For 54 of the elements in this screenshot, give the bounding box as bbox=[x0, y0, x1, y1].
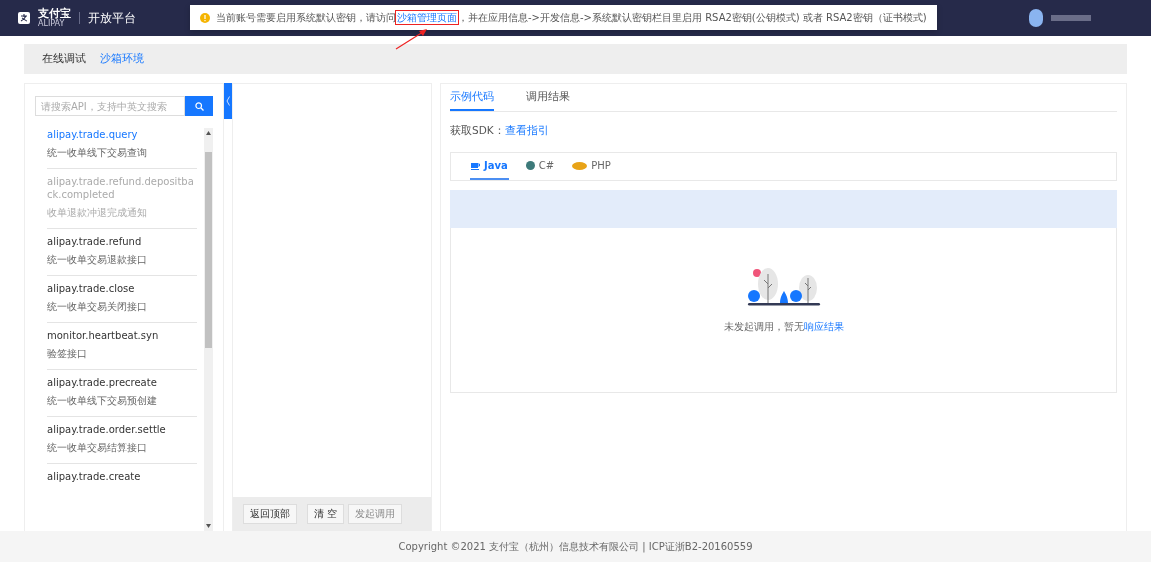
annotation-arrow bbox=[395, 28, 429, 50]
api-description: 统一收单交易结算接口 bbox=[47, 441, 148, 454]
api-list-item[interactable]: alipay.trade.close 统一收单交易关闭接口 bbox=[47, 275, 197, 322]
language-tab[interactable]: C# bbox=[524, 153, 556, 180]
api-list-item[interactable]: alipay.trade.create bbox=[47, 463, 197, 492]
scrollbar[interactable] bbox=[204, 128, 213, 531]
api-list-item[interactable]: alipay.trade.query 统一收单线下交易查询 bbox=[47, 128, 197, 168]
sandbox-link[interactable]: 沙箱管理页面 bbox=[396, 10, 458, 24]
sdk-guide-link[interactable]: 查看指引 bbox=[504, 124, 549, 138]
warning-icon bbox=[200, 12, 210, 23]
logo-icon bbox=[18, 12, 30, 24]
api-description: 统一收单交易关闭接口 bbox=[47, 300, 148, 313]
api-list-item[interactable]: monitor.heartbeat.syn 验签接口 bbox=[47, 322, 197, 369]
api-list-item[interactable]: alipay.trade.precreate 统一收单线下交易预创建 bbox=[47, 369, 197, 416]
api-name: alipay.trade.order.settle bbox=[47, 423, 167, 436]
language-tab[interactable]: PHP bbox=[571, 153, 612, 180]
api-list-item[interactable]: alipay.trade.refund 统一收单交易退款接口 bbox=[47, 228, 197, 275]
language-tab[interactable]: Java bbox=[470, 153, 509, 180]
api-description: 统一收单交易退款接口 bbox=[47, 253, 148, 266]
sdk-label: 获取SDK： bbox=[450, 124, 505, 138]
api-name: alipay.trade.close bbox=[47, 282, 136, 295]
redacted-username bbox=[1051, 15, 1091, 21]
search-button[interactable] bbox=[185, 96, 213, 116]
api-name: alipay.trade.precreate bbox=[47, 376, 158, 389]
api-name: alipay.trade.query bbox=[47, 128, 139, 141]
api-description: 统一收单线下交易预创建 bbox=[47, 394, 158, 407]
api-name: alipay.trade.refund.depositback.completed bbox=[47, 175, 195, 201]
search-icon bbox=[194, 101, 204, 111]
avatar[interactable] bbox=[1029, 9, 1043, 27]
action-button[interactable]: 返回顶部 bbox=[243, 504, 297, 524]
action-button[interactable]: 清 空 bbox=[307, 504, 345, 524]
copyright-text: Copyright ©2021 支付宝（杭州）信息技术有限公司 | ICP证浙B2-20160559 bbox=[398, 539, 753, 554]
chevron-left-icon bbox=[226, 96, 230, 106]
response-result-link[interactable]: 响应结果 bbox=[803, 321, 844, 332]
api-name: alipay.trade.refund bbox=[47, 235, 143, 248]
api-list-item[interactable]: alipay.trade.order.settle 统一收单交易结算接口 bbox=[47, 416, 197, 463]
scroll-up-icon[interactable] bbox=[206, 131, 211, 135]
breadcrumb-link[interactable]: 在线调试 bbox=[42, 52, 86, 66]
search-field[interactable]: 请搜索API，支持中英文搜索 bbox=[35, 96, 185, 116]
cup-icon bbox=[471, 161, 480, 170]
scroll-down-icon[interactable] bbox=[206, 524, 211, 528]
breadcrumb-link[interactable]: 沙箱环境 bbox=[100, 52, 144, 66]
api-name: monitor.heartbeat.syn bbox=[47, 329, 160, 342]
api-name: alipay.trade.create bbox=[47, 470, 142, 483]
api-description: 统一收单线下交易查询 bbox=[47, 146, 148, 159]
notice-text: 当前账号需要启用系统默认密钥，请访问沙箱管理页面，并在应用信息->开发信息->系统默认密钥栏目里启用 RSA2密钥(公钥模式) 或者 RSA2密钥（证书模式) bbox=[216, 10, 927, 25]
platform-title: 开放平台 bbox=[88, 9, 136, 27]
logo-subtext: ALIPAY bbox=[38, 20, 66, 28]
api-description: 收单退款冲退完成通知 bbox=[47, 206, 148, 219]
empty-result-text: 未发起调用，暂无响应结果 bbox=[723, 320, 844, 334]
logo-text: 支付宝 bbox=[38, 8, 71, 19]
result-tab[interactable]: 示例代码 bbox=[450, 84, 494, 111]
api-description: 验签接口 bbox=[47, 347, 88, 360]
result-tab[interactable]: 调用结果 bbox=[526, 84, 570, 111]
